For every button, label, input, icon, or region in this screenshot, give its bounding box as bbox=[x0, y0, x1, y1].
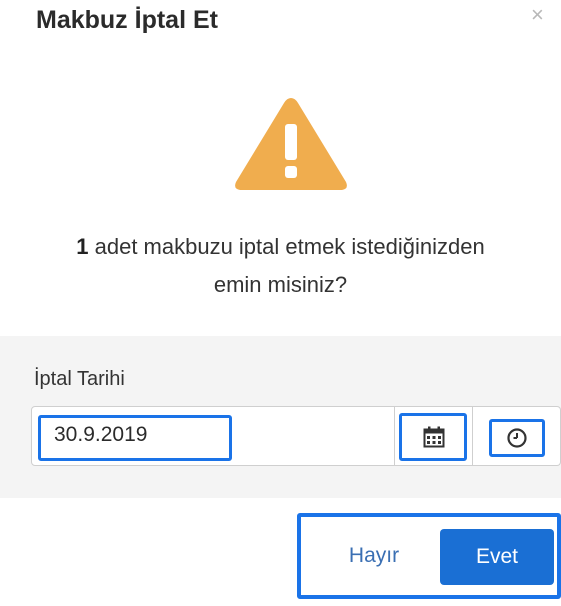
confirmation-message: 1 adet makbuzu iptal etmek istediğinizde… bbox=[0, 228, 561, 304]
calendar-icon bbox=[423, 426, 445, 448]
cancel-date-label: İptal Tarihi bbox=[34, 368, 125, 390]
dialog-title: Makbuz İptal Et bbox=[36, 6, 218, 34]
yes-button[interactable]: Evet bbox=[440, 529, 554, 585]
message-line-1: 1 adet makbuzu iptal etmek istediğinizde… bbox=[0, 228, 561, 266]
warning-triangle-icon bbox=[235, 98, 347, 190]
calendar-button[interactable] bbox=[395, 406, 473, 466]
message-text-1: adet makbuzu iptal etmek istediğinizden bbox=[88, 234, 485, 259]
date-input-group: 30.9.2019 bbox=[31, 406, 561, 466]
date-input-highlight bbox=[38, 415, 232, 461]
clock-icon bbox=[507, 428, 527, 448]
no-button[interactable]: Hayır bbox=[322, 529, 426, 583]
cancel-date-input[interactable]: 30.9.2019 bbox=[31, 406, 395, 466]
receipt-count: 1 bbox=[76, 234, 89, 259]
close-icon[interactable]: × bbox=[531, 4, 544, 26]
cancel-date-panel: İptal Tarihi 30.9.2019 bbox=[0, 336, 561, 498]
clock-button[interactable] bbox=[473, 406, 561, 466]
cancel-receipt-dialog: Makbuz İptal Et × 1 adet makbuzu iptal e… bbox=[0, 0, 561, 606]
message-line-2: emin misiniz? bbox=[213, 272, 348, 297]
dialog-header: Makbuz İptal Et × bbox=[0, 0, 561, 60]
